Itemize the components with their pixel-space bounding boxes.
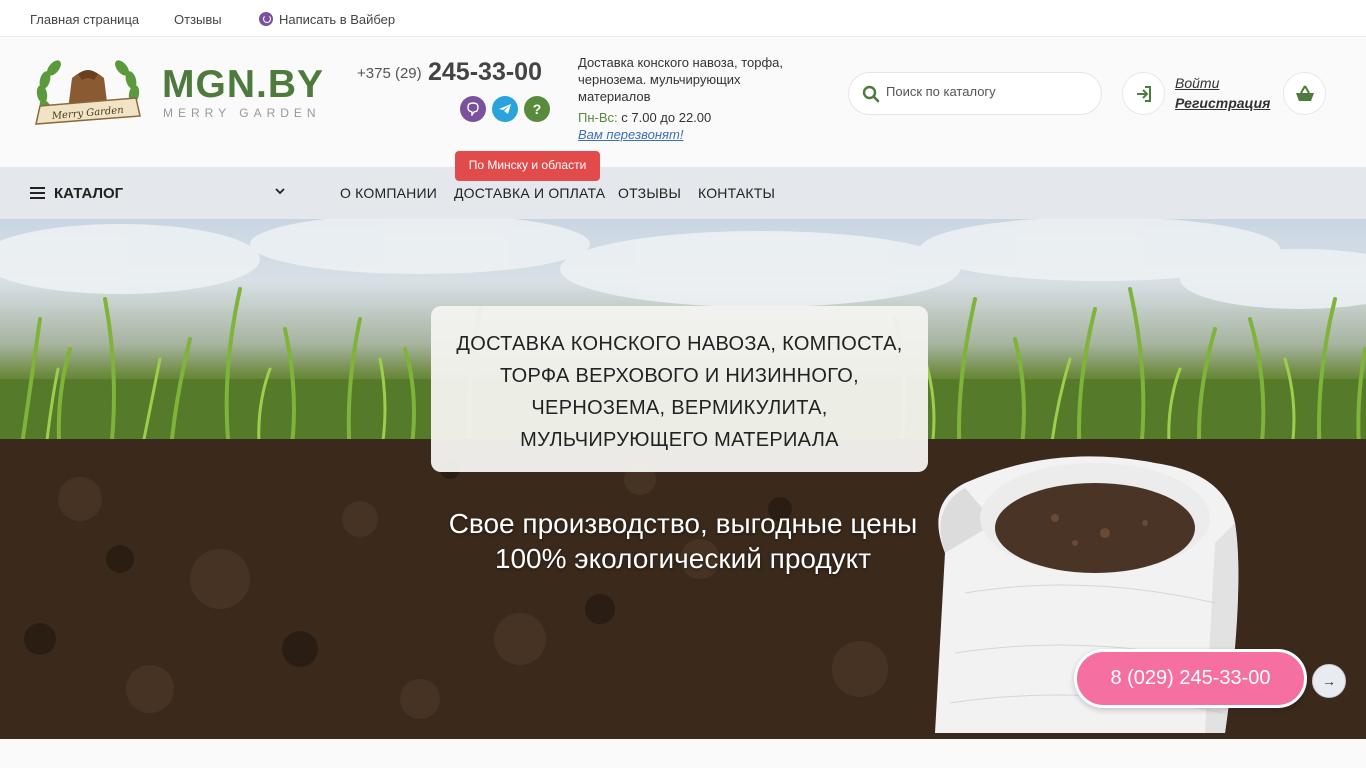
hero-title-line: МУЛЬЧИРУЮЩЕГО МАТЕРИАЛА — [520, 429, 839, 451]
nav-link-delivery[interactable]: ДОСТАВКА И ОПЛАТА — [454, 185, 605, 201]
callback-link[interactable]: Вам перезвонят! — [578, 127, 683, 142]
chevron-down-icon — [275, 188, 285, 195]
phone-prefix: +375 (29) — [357, 65, 422, 82]
top-link-home[interactable]: Главная страница — [30, 12, 139, 27]
question-icon[interactable]: ? — [524, 96, 550, 122]
nav-link-reviews[interactable]: ОТЗЫВЫ — [618, 185, 681, 201]
search-input[interactable] — [886, 84, 1086, 99]
hero-title-line: ЧЕРНОЗЕМА, ВЕРМИКУЛИТА, — [531, 397, 828, 419]
nav-link-about[interactable]: О КОМПАНИИ — [340, 185, 437, 201]
page-bottom-strip — [0, 739, 1366, 768]
hero-title-line: ТОРФА ВЕРХОВОГО И НИЗИННОГО, — [500, 365, 859, 387]
cart-button[interactable] — [1283, 72, 1326, 115]
nav-link-contacts[interactable]: КОНТАКТЫ — [698, 185, 775, 201]
work-hours-value: с 7.00 до 22.00 — [621, 110, 712, 125]
hero-subtitle-line: 100% экологический продукт — [494, 543, 872, 574]
search-icon[interactable] — [862, 85, 880, 103]
top-link-reviews[interactable]: Отзывы — [174, 12, 222, 27]
arrow-right-icon[interactable]: → — [1312, 664, 1346, 698]
work-hours-label: Пн-Вс: — [578, 110, 618, 125]
top-link-viber-label: Написать в Вайбер — [279, 12, 396, 27]
site-header: Merry Garden MGN.BY MERRY GARDEN +375 (2… — [0, 38, 1366, 167]
login-icon — [1136, 85, 1151, 102]
work-hours: Пн-Вс: с 7.00 до 22.00 — [578, 110, 711, 125]
hero-title-card: ДОСТАВКА КОНСКОГО НАВОЗА, КОМПОСТА, ТОРФ… — [431, 306, 928, 472]
login-link[interactable]: Войти — [1175, 75, 1219, 91]
top-bar: Главная страница Отзывы Написать в Вайбе… — [0, 0, 1366, 37]
hero-subtitle: Свое производство, выгодные цены 100% эк… — [383, 506, 983, 576]
search-box[interactable] — [848, 72, 1102, 115]
catalog-label: КАТАЛОГ — [54, 185, 124, 202]
hero-title-line: ДОСТАВКА КОНСКОГО НАВОЗА, КОМПОСТА, — [456, 333, 903, 355]
telegram-icon[interactable] — [492, 96, 518, 122]
logo-emblem-icon[interactable]: Merry Garden — [32, 56, 144, 132]
floating-call-button[interactable]: 8 (029) 245-33-00 — [1074, 649, 1307, 708]
delivery-region-badge: По Минску и области — [455, 151, 600, 181]
brand-subtitle: MERRY GARDEN — [163, 106, 321, 120]
viber-icon[interactable] — [460, 96, 486, 122]
basket-icon — [1295, 85, 1314, 101]
delivery-description: Доставка конского навоза, торфа, чернозе… — [578, 55, 784, 104]
hero-subtitle-line: Свое производство, выгодные цены — [448, 508, 918, 539]
register-link[interactable]: Регистрация — [1175, 95, 1270, 111]
phone-number[interactable]: 245-33-00 — [428, 58, 542, 87]
main-nav: КАТАЛОГ О КОМПАНИИ ДОСТАВКА И ОПЛАТА ОТЗ… — [0, 167, 1366, 219]
login-button[interactable] — [1122, 72, 1165, 115]
brand-name[interactable]: MGN.BY — [162, 63, 324, 107]
hamburger-icon — [30, 187, 45, 199]
catalog-dropdown[interactable]: КАТАЛОГ — [30, 167, 296, 219]
viber-icon — [259, 12, 273, 26]
top-link-viber[interactable]: Написать в Вайбер — [259, 12, 395, 27]
hero-title: ДОСТАВКА КОНСКОГО НАВОЗА, КОМПОСТА, ТОРФ… — [431, 328, 928, 456]
